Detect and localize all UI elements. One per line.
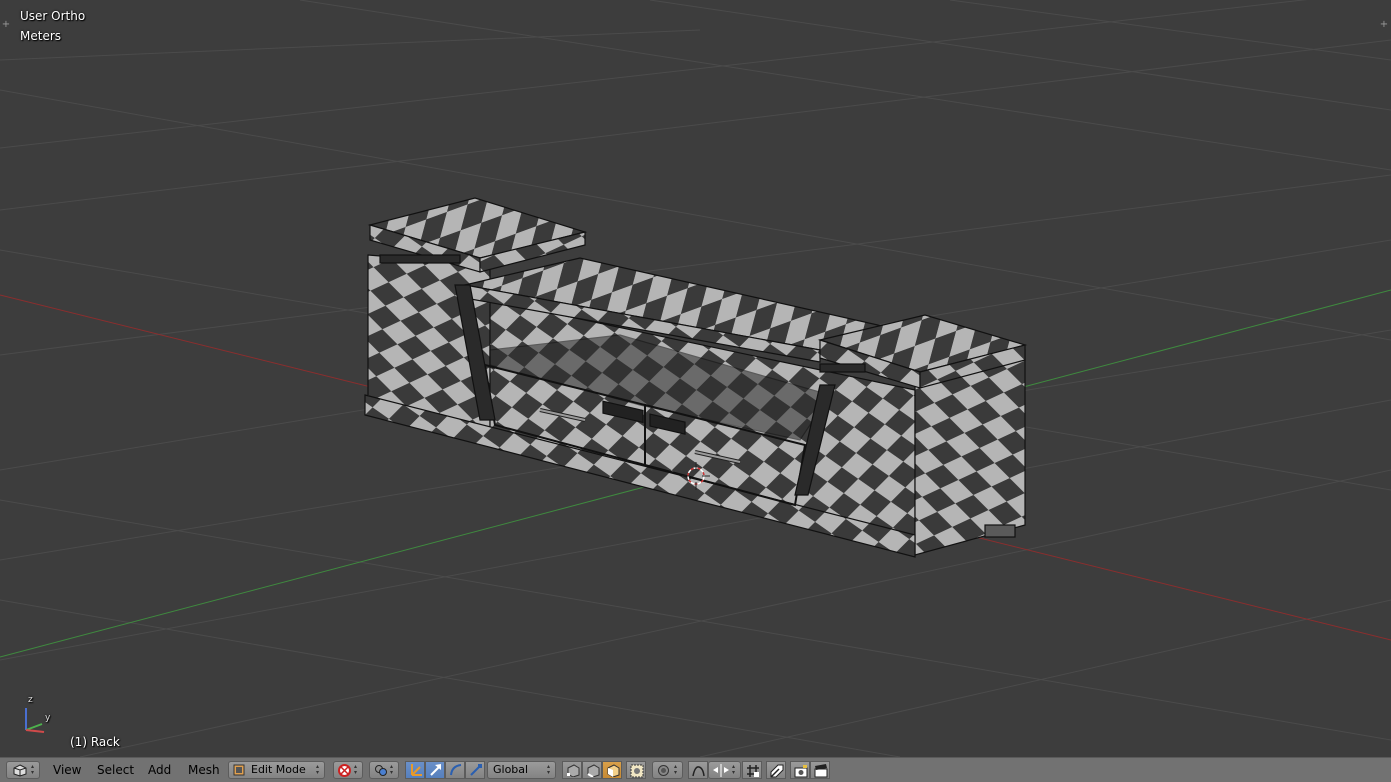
orientation-label: Global	[493, 763, 529, 776]
scale-manipulator-button[interactable]	[465, 761, 485, 779]
3d-viewport[interactable]: User Ortho Meters (1) Rack z y + +	[0, 0, 1391, 757]
opengl-render-button[interactable]	[790, 761, 810, 779]
rack-model[interactable]	[364, 197, 1028, 558]
menu-select[interactable]: Select	[97, 762, 134, 779]
limit-selection-icon	[630, 764, 644, 778]
dropdown-arrows-icon: ▴ ▾	[732, 763, 736, 776]
snap-target-icon	[770, 764, 784, 778]
edge-select-icon	[587, 764, 600, 777]
camera-icon	[794, 765, 808, 778]
falloff-button[interactable]	[688, 761, 708, 779]
view-name-label: User Ortho	[20, 9, 86, 23]
viewport-shading-button[interactable]: ▴ ▾	[333, 761, 363, 779]
snap-element-button[interactable]	[766, 761, 786, 779]
translate-manipulator-button[interactable]	[425, 761, 445, 779]
shading-icon	[338, 764, 351, 777]
dropdown-arrows-icon: ▴ ▾	[31, 763, 35, 776]
dropdown-arrows-icon: ▴ ▾	[674, 763, 678, 776]
cube-icon	[13, 764, 27, 777]
dropdown-arrows-icon: ▴ ▾	[316, 763, 320, 776]
dropdown-arrows-icon: ▴ ▾	[390, 763, 394, 776]
proportional-edit-icon	[658, 765, 669, 776]
active-object-label: (1) Rack	[70, 735, 120, 749]
falloff-curve-icon	[692, 766, 705, 777]
menu-mesh[interactable]: Mesh	[188, 762, 220, 779]
menu-view[interactable]: View	[53, 762, 81, 779]
pivot-icon	[375, 765, 387, 776]
opengl-animation-button[interactable]	[810, 761, 830, 779]
editor-type-button[interactable]: ▴ ▾	[6, 761, 40, 779]
limit-selection-button[interactable]	[626, 761, 646, 779]
mode-selector[interactable]: Edit Mode ▴ ▾	[228, 761, 325, 779]
snap-toggle-button[interactable]	[742, 761, 762, 779]
corner-split-right-icon[interactable]: +	[1379, 20, 1389, 30]
mode-label: Edit Mode	[251, 763, 306, 776]
units-label: Meters	[20, 29, 62, 43]
pivot-point-button[interactable]: ▴ ▾	[369, 761, 399, 779]
snap-grid-icon	[747, 765, 759, 777]
manipulator-toggle[interactable]	[405, 761, 425, 779]
proportional-edit-button[interactable]: ▴ ▾	[652, 761, 683, 779]
gizmo-z-label: z	[28, 695, 33, 705]
rotate-manipulator-button[interactable]	[445, 761, 465, 779]
face-select-button[interactable]	[602, 761, 622, 779]
manipulator-icon	[411, 764, 422, 776]
vertex-select-button[interactable]	[562, 761, 582, 779]
axis-gizmo	[25, 708, 45, 733]
edge-select-button[interactable]	[582, 761, 602, 779]
transform-orientation-selector[interactable]: Global ▴ ▾	[487, 761, 556, 779]
gizmo-y-label: y	[45, 713, 51, 723]
viewport-canvas[interactable]	[0, 0, 1391, 757]
dropdown-arrows-icon: ▴ ▾	[547, 763, 551, 776]
3d-view-header: ▴ ▾ View Select Add Mesh Edit Mode ▴ ▾ ▴ ▾ …	[0, 757, 1391, 782]
edit-mode-icon	[233, 764, 245, 776]
menu-add[interactable]: Add	[148, 762, 171, 779]
vertex-select-icon	[567, 764, 580, 777]
face-select-icon	[607, 764, 620, 777]
rotate-arc-icon	[450, 764, 462, 776]
scale-icon	[470, 764, 482, 776]
corner-split-left-icon[interactable]: +	[1, 20, 11, 30]
dropdown-arrows-icon: ▴ ▾	[354, 763, 358, 776]
mirror-icon	[713, 764, 729, 777]
mirror-button[interactable]: ▴ ▾	[708, 761, 741, 779]
arrow-icon	[430, 764, 441, 776]
clapper-icon	[814, 764, 828, 778]
